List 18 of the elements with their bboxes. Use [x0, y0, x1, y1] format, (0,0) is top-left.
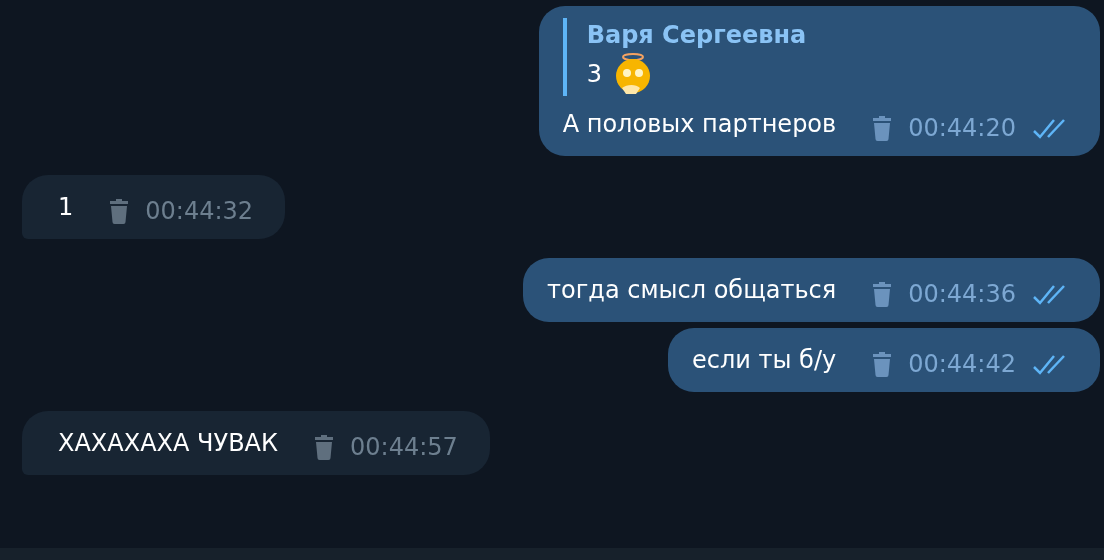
trash-icon [109, 198, 130, 224]
trash-icon [314, 434, 335, 460]
message-text: если ты б/у [692, 345, 837, 376]
message-text: А половых партнеров [562, 109, 837, 140]
message-text: тогда смысл общаться [547, 275, 837, 306]
reply-author: Варя Сергеевна [586, 20, 808, 51]
message-time: 00:44:57 [350, 432, 458, 462]
reply-text: 3 [586, 59, 602, 90]
message-time: 00:44:42 [908, 349, 1016, 379]
message-time: 00:44:36 [908, 279, 1016, 309]
message-time: 00:44:32 [145, 196, 254, 226]
trash-icon [872, 281, 893, 307]
reply-quote[interactable]: Варя Сергеевна 3 [562, 18, 1072, 96]
message-time: 00:44:20 [908, 113, 1016, 143]
message-text: 1 [58, 192, 74, 223]
trash-icon [872, 115, 893, 141]
trash-icon [872, 351, 893, 377]
message-text: ХАХАХАХА ЧУВАК [58, 428, 279, 459]
